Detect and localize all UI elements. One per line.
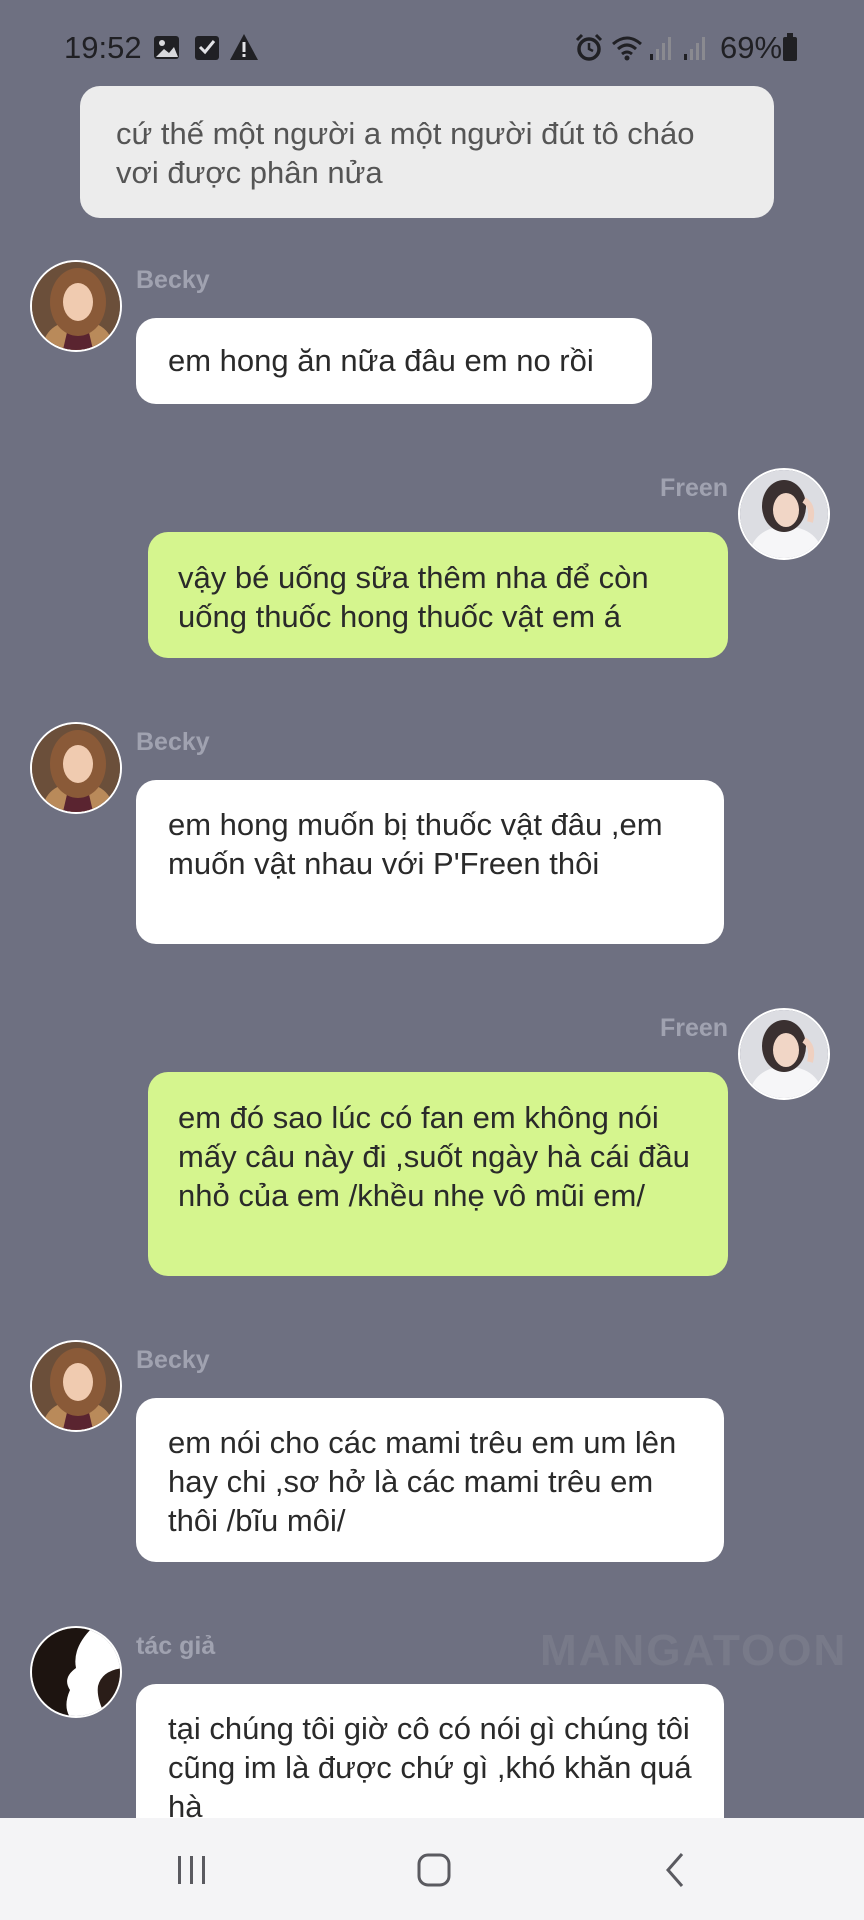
- battery-percentage: 69%: [720, 30, 783, 65]
- message-bubble: em nói cho các mami trêu em um lên hay c…: [136, 1398, 724, 1562]
- becky-avatar[interactable]: [30, 722, 122, 814]
- warning-icon: [230, 34, 258, 60]
- narration-bubble: cứ thế một người a một người đút tô cháo…: [80, 86, 774, 218]
- battery-icon: [783, 33, 797, 61]
- message-bubble: vậy bé uống sữa thêm nha để còn uống thu…: [148, 532, 728, 658]
- message-bubble: em hong ăn nữa đâu em no rồi: [136, 318, 652, 404]
- sender-name: Freen: [660, 1014, 729, 1042]
- freen-avatar[interactable]: [738, 468, 830, 560]
- sender-name: Becky: [136, 266, 210, 294]
- message-bubble: em đó sao lúc có fan em không nói mấy câ…: [148, 1072, 728, 1276]
- wifi-icon: [612, 36, 642, 61]
- freen-avatar[interactable]: [738, 1008, 830, 1100]
- image-notification-icon: [154, 36, 179, 59]
- checkbox-notification-icon: [195, 36, 219, 60]
- message-bubble: em hong muốn bị thuốc vật đâu ,em muốn v…: [136, 780, 724, 944]
- becky-avatar[interactable]: [30, 1340, 122, 1432]
- sender-name: tác giả: [136, 1632, 216, 1660]
- home-button[interactable]: [414, 1850, 454, 1890]
- watermark: MANGATOON: [540, 1626, 848, 1675]
- recent-apps-button[interactable]: [172, 1850, 212, 1890]
- author-avatar[interactable]: [30, 1626, 122, 1718]
- signal-icon: [684, 37, 705, 60]
- signal-icon: [650, 37, 671, 60]
- status-time: 19:52: [64, 30, 142, 65]
- navigation-bar: [0, 1818, 864, 1920]
- becky-avatar[interactable]: [30, 260, 122, 352]
- back-button[interactable]: [656, 1850, 696, 1890]
- sender-name: Becky: [136, 1346, 210, 1374]
- sender-name: Becky: [136, 728, 210, 756]
- alarm-icon: [575, 33, 603, 61]
- status-bar: 19:52 69%: [0, 0, 864, 96]
- sender-name: Freen: [660, 474, 729, 502]
